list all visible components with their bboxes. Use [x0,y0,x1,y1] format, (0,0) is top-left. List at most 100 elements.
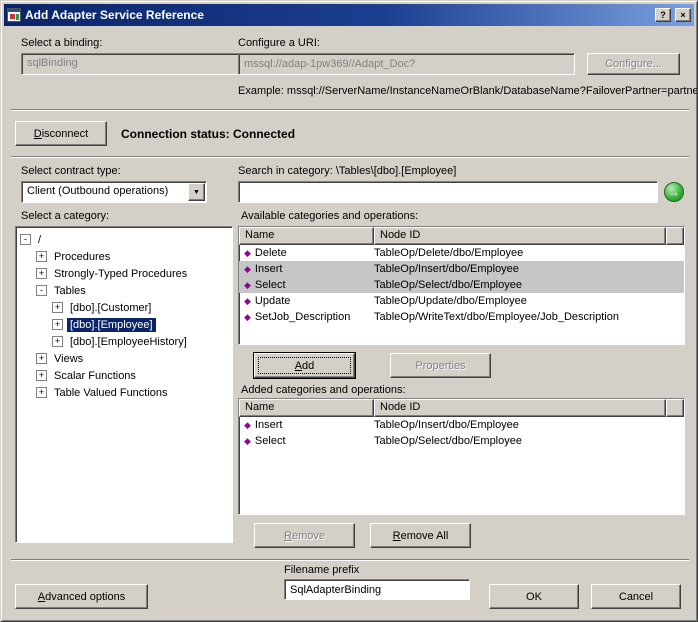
operation-name: Select [254,279,286,291]
tree-item-label: Table Valued Functions [54,386,168,399]
contract-type-label: Select contract type: [21,165,121,177]
dialog-window: Add Adapter Service Reference ? × Select… [0,0,698,622]
operation-name: Insert [254,419,283,431]
tree-item[interactable]: - / [18,231,230,248]
tree-item-label: Tables [54,284,86,297]
table-row[interactable]: ◆ Insert TableOp/Insert/dbo/Employee [239,261,684,277]
table-row[interactable]: ◆ Insert TableOp/Insert/dbo/Employee [239,417,684,433]
divider [11,109,689,111]
operation-icon: ◆ [244,295,251,306]
available-label: Available categories and operations: [241,210,419,222]
operation-icon: ◆ [244,263,251,274]
uri-example-text: Example: mssql://ServerName/InstanceName… [238,85,698,97]
column-header-name[interactable]: Name [239,227,374,245]
window-title: Add Adapter Service Reference [25,8,204,22]
tree-item[interactable]: + [dbo].[Employee] [18,316,230,333]
collapse-icon[interactable]: - [20,234,31,245]
tree-item-label: [dbo].[Customer] [70,301,152,314]
column-header-nodeid[interactable]: Node ID [374,399,666,417]
tree-item[interactable]: + Strongly-Typed Procedures [18,265,230,282]
operation-node-id: TableOp/Insert/dbo/Employee [374,263,519,275]
table-row[interactable]: ◆ Update TableOp/Update/dbo/Employee [239,293,684,309]
expand-icon[interactable]: + [52,319,63,330]
connection-status-label: Connection status: [121,127,230,141]
remove-all-button[interactable]: Remove All [370,523,471,548]
cancel-button-label: Cancel [618,590,654,603]
titlebar[interactable]: Add Adapter Service Reference ? × [4,4,694,26]
tree-item-label: Strongly-Typed Procedures [54,267,188,280]
expand-icon[interactable]: + [36,251,47,262]
help-button[interactable]: ? [655,8,671,22]
close-button[interactable]: × [675,8,691,22]
available-table-body: ◆ Delete TableOp/Delete/dbo/Employee ◆ Inser… [239,245,684,325]
expand-icon[interactable]: + [36,387,47,398]
connection-status-value: Connected [233,127,296,141]
operation-name: SetJob_Description [254,311,351,323]
expand-icon[interactable]: + [36,268,47,279]
added-operations-table: Name Node ID ◆ Insert TableOp/Insert/dbo/E… [238,398,685,515]
connection-status: Connection status: Connected [121,127,295,141]
uri-input[interactable] [238,53,575,75]
tree-item-label: [dbo].[EmployeeHistory] [70,335,187,348]
operation-node-id: TableOp/Delete/dbo/Employee [374,247,524,259]
tree-item[interactable]: - Tables [18,282,230,299]
go-arrow-icon: → [668,184,680,199]
expand-icon[interactable]: + [52,336,63,347]
column-header-nodeid[interactable]: Node ID [374,227,666,245]
chevron-down-icon[interactable]: ▼ [188,183,205,201]
search-input[interactable] [238,181,658,203]
expand-icon[interactable]: + [36,370,47,381]
properties-button[interactable]: Properties [390,353,491,378]
tree-item[interactable]: + Table Valued Functions [18,384,230,401]
operation-node-id: TableOp/Insert/dbo/Employee [374,419,519,431]
operation-icon: ◆ [244,311,251,322]
tree-item[interactable]: + Procedures [18,248,230,265]
operation-icon: ◆ [244,247,251,258]
operation-node-id: TableOp/Select/dbo/Employee [374,279,522,291]
disconnect-button[interactable]: Disconnect [15,121,107,146]
operation-icon: ◆ [244,279,251,290]
expand-icon[interactable]: + [52,302,63,313]
tree-item-label: Procedures [54,250,111,263]
filename-prefix-input[interactable] [284,579,470,600]
tree-item[interactable]: + [dbo].[EmployeeHistory] [18,333,230,350]
category-tree: - / + Procedures + Strongly-Typed Procedures -… [15,226,233,543]
filename-prefix-label: Filename prefix [284,564,360,576]
cancel-button[interactable]: Cancel [591,584,681,609]
table-row[interactable]: ◆ Delete TableOp/Delete/dbo/Employee [239,245,684,261]
remove-all-button-label: Remove All [392,529,449,542]
uri-label: Configure a URI: [238,37,320,49]
category-label: Select a category: [21,210,110,222]
advanced-options-button-label: Advanced options [37,590,126,603]
tree-item[interactable]: + Scalar Functions [18,367,230,384]
available-operations-table: Name Node ID ◆ Delete TableOp/Delete/dbo/E… [238,226,685,345]
column-header-name[interactable]: Name [239,399,374,417]
remove-button[interactable]: Remove [254,523,355,548]
window-icon [7,8,21,22]
binding-label: Select a binding: [21,37,103,49]
table-row[interactable]: ◆ SetJob_Description TableOp/WriteText/dbo… [239,309,684,325]
ok-button[interactable]: OK [489,584,579,609]
operation-node-id: TableOp/WriteText/dbo/Employee/Job_Descr… [374,311,619,323]
tree-item-label: [dbo].[Employee] [67,317,156,332]
available-table-header: Name Node ID [239,227,684,245]
collapse-icon[interactable]: - [36,285,47,296]
search-go-button[interactable]: → [664,182,684,202]
properties-button-label: Properties [415,359,466,372]
tree-item[interactable]: + [dbo].[Customer] [18,299,230,316]
expand-icon[interactable]: + [36,353,47,364]
column-header-filler [666,399,684,417]
configure-button[interactable]: Configure... [587,53,680,75]
operation-name: Delete [254,247,287,259]
tree-item[interactable]: + Views [18,350,230,367]
table-row[interactable]: ◆ Select TableOp/Select/dbo/Employee [239,433,684,449]
operation-node-id: TableOp/Select/dbo/Employee [374,435,522,447]
table-row[interactable]: ◆ Select TableOp/Select/dbo/Employee [239,277,684,293]
add-button[interactable]: Add [254,353,355,378]
configure-button-label: Configure... [605,58,662,70]
added-label: Added categories and operations: [241,384,406,396]
advanced-options-button[interactable]: Advanced options [15,584,148,609]
add-button-label: Add [294,359,315,372]
contract-type-select[interactable]: Client (Outbound operations) ▼ [21,181,207,203]
remove-button-label: Remove [284,529,325,542]
